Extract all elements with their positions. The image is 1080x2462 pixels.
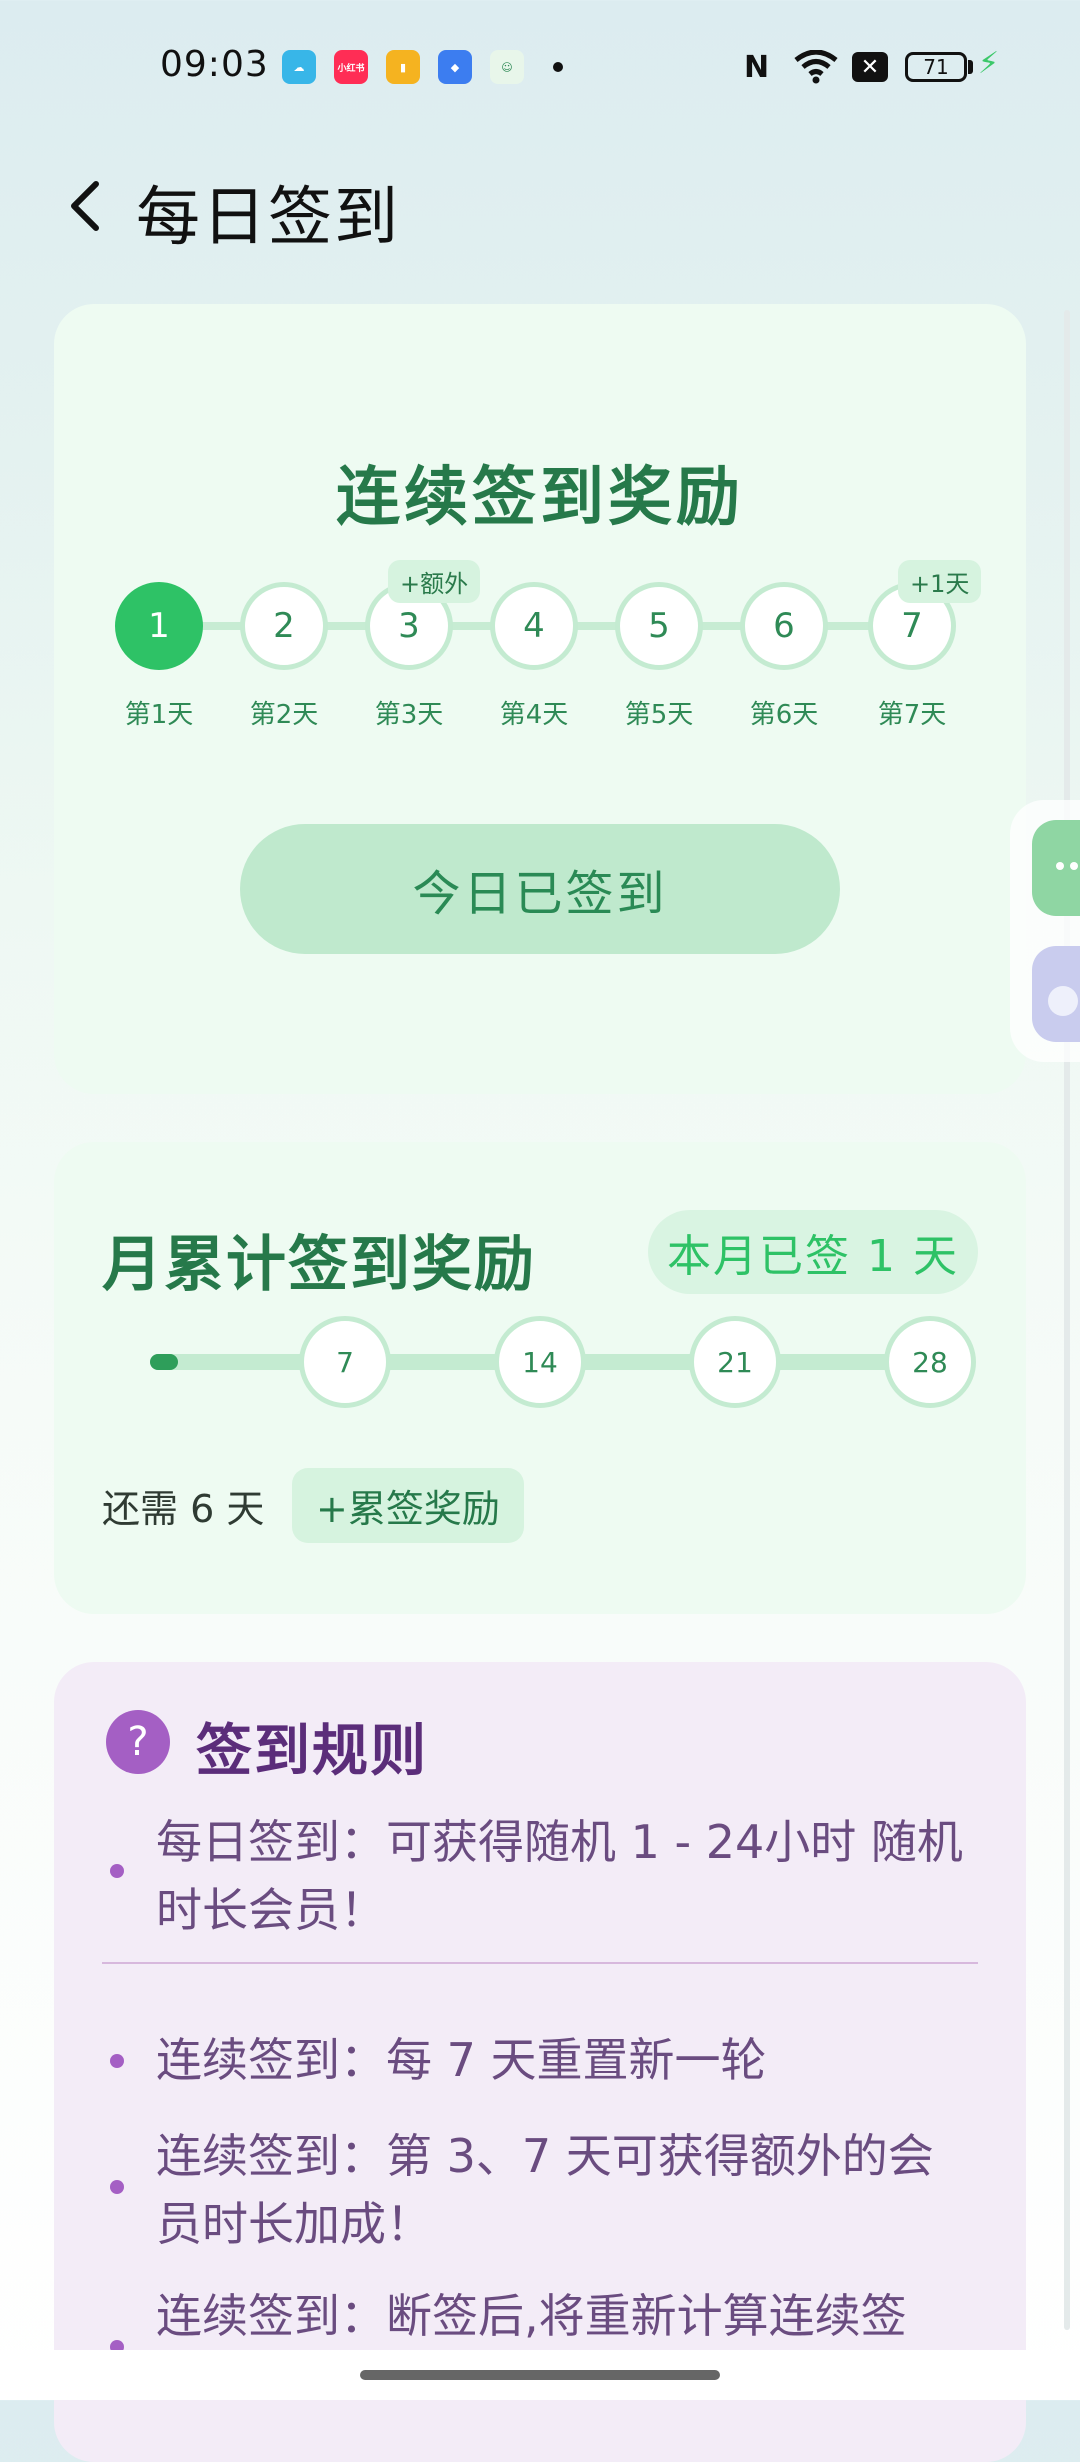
cloud-app-icon: ☁ bbox=[282, 50, 316, 84]
day-circle-2: 2 bbox=[240, 582, 328, 670]
page-title: 每日签到 bbox=[136, 181, 400, 255]
streak-title: 连续签到奖励 bbox=[336, 461, 744, 535]
battery-tip bbox=[968, 60, 973, 74]
day-label-1: 第1天 bbox=[124, 700, 194, 730]
rule-text: 员时长加成！ bbox=[156, 2197, 432, 2251]
floating-chat-button[interactable] bbox=[1032, 820, 1080, 916]
rule-text: 连续签到：第 3、7 天可获得额外的会 bbox=[156, 2129, 934, 2183]
day-label-6: 第6天 bbox=[749, 700, 819, 730]
day-circle-1: 1 bbox=[115, 582, 203, 670]
day-circle-6: 6 bbox=[740, 582, 828, 670]
rule-text: 连续签到：每 7 天重置新一轮 bbox=[156, 2033, 767, 2087]
rules-divider bbox=[102, 1962, 978, 1964]
xiaohongshu-app-icon: 小红书 bbox=[334, 50, 368, 84]
day7-bonus-badge: +1天 bbox=[898, 560, 982, 603]
day-label-5: 第5天 bbox=[624, 700, 694, 730]
scrollbar[interactable] bbox=[1064, 310, 1070, 2330]
milestone-14: 14 bbox=[494, 1316, 586, 1408]
home-indicator[interactable] bbox=[360, 2370, 720, 2380]
monthly-title: 月累计签到奖励 bbox=[102, 1230, 536, 1300]
checked-in-button[interactable]: 今日已签到 bbox=[240, 824, 840, 954]
rule-text: 连续签到：断签后,将重新计算连续签 bbox=[156, 2289, 907, 2343]
rule-text: 时长会员！ bbox=[156, 1883, 386, 1937]
sim-off-icon: ✕ bbox=[852, 52, 888, 82]
rule-item-3: 连续签到：第 3、7 天可获得额外的会 员时长加成！ bbox=[156, 2122, 986, 2258]
monthly-progress-fill bbox=[150, 1354, 178, 1370]
rule-item-2: 连续签到：每 7 天重置新一轮 bbox=[156, 2026, 986, 2094]
nfc-icon: N bbox=[744, 50, 770, 85]
day-label-7: 第7天 bbox=[877, 700, 947, 730]
rules-title: 签到规则 bbox=[196, 1719, 428, 1784]
rule-text: 每日签到：可获得随机 1 - 24小时 随机 bbox=[156, 1815, 963, 1869]
rule-bullet-3 bbox=[110, 2180, 124, 2194]
green-face-app-icon: ☺ bbox=[490, 50, 524, 84]
day-label-2: 第2天 bbox=[249, 700, 319, 730]
day-circle-4: 4 bbox=[490, 582, 578, 670]
milestone-21: 21 bbox=[689, 1316, 781, 1408]
status-time: 09:03 bbox=[160, 44, 269, 85]
wifi-icon bbox=[794, 49, 838, 92]
day-label-3: 第3天 bbox=[374, 700, 444, 730]
floating-cat-button[interactable] bbox=[1032, 946, 1080, 1042]
rule-item-4: 连续签到：断签后,将重新计算连续签 bbox=[156, 2282, 986, 2350]
monthly-signed-pill: 本月已签 1 天 bbox=[648, 1210, 978, 1294]
milestone-7: 7 bbox=[299, 1316, 391, 1408]
rule-bullet-2 bbox=[110, 2054, 124, 2068]
battery-indicator: 71 bbox=[905, 52, 967, 82]
milestone-28: 28 bbox=[884, 1316, 976, 1408]
day3-bonus-badge: +额外 bbox=[388, 560, 481, 603]
day-label-4: 第4天 bbox=[499, 700, 569, 730]
charging-icon: ⚡ bbox=[978, 46, 1000, 81]
rule-item-1: 每日签到：可获得随机 1 - 24小时 随机 时长会员！ bbox=[156, 1808, 986, 1944]
question-icon: ? bbox=[106, 1710, 170, 1774]
rule-bullet-1 bbox=[110, 1864, 124, 1878]
cumulative-bonus-chip: +累签奖励 bbox=[292, 1468, 524, 1543]
blue-app-icon: ◆ bbox=[438, 50, 472, 84]
book-app-icon: ▮ bbox=[386, 50, 420, 84]
notification-dot bbox=[553, 62, 563, 72]
days-needed-text: 还需 6 天 bbox=[102, 1487, 265, 1531]
day-circle-5: 5 bbox=[615, 582, 703, 670]
back-icon[interactable] bbox=[64, 176, 108, 236]
